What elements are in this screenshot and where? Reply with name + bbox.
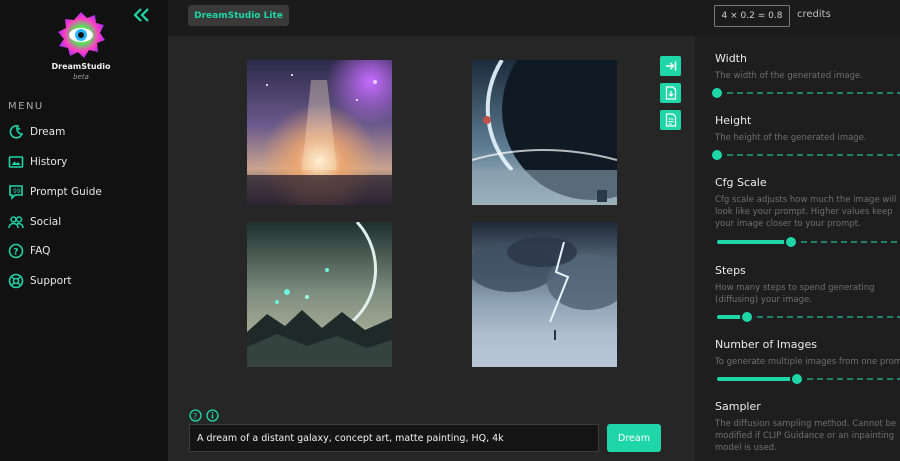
dream-icon [9,125,24,139]
svg-text:?: ? [193,412,197,421]
sidebar-item-prompt-guide[interactable]: 99 Prompt Guide [8,182,102,202]
generated-image[interactable] [472,222,617,367]
file-button[interactable] [660,110,681,130]
cfg-scale-description: Cfg scale adjusts how much the image wil… [715,195,897,229]
storm-clouds-image [472,222,617,367]
help-icon[interactable]: ? [189,409,202,422]
support-icon [8,273,24,289]
credits-cost: 4 × 0.2 = 0.8 [714,5,790,27]
height-slider[interactable] [710,148,900,162]
svg-text:?: ? [13,248,18,258]
prompt-input[interactable] [189,424,599,452]
dream-button[interactable]: Dream [607,424,661,452]
slider-thumb[interactable] [740,310,754,324]
cfg-scale-title: Cfg Scale [715,176,767,189]
history-icon [8,156,24,168]
number-of-images-description: To generate multiple images from one pro… [715,357,900,367]
height-description: The height of the generated image. [715,133,867,143]
faq-icon: ? [8,243,24,259]
steps-title: Steps [715,264,746,277]
number-of-images-slider[interactable] [717,372,900,386]
file-icon [665,113,676,127]
sampler-description: The diffusion sampling method. Cannot be… [715,419,897,453]
planet-horizon-image [472,60,617,205]
slider-thumb[interactable] [710,148,724,162]
menu-heading: MENU [8,101,44,112]
sidebar-item-support[interactable]: Support [8,271,72,291]
generated-image[interactable] [472,60,617,205]
sidebar: DreamStudio beta MENU Dream History 99 P… [0,0,168,461]
prompt-guide-icon: 99 [9,185,23,200]
arrow-to-right-icon [665,61,676,71]
sidebar-item-label: Social [30,216,62,228]
sidebar-item-label: Prompt Guide [30,186,102,198]
dreamstudio-logo [56,10,106,60]
sidebar-item-label: FAQ [30,245,51,257]
credits-label: credits [797,9,831,20]
slider-thumb[interactable] [790,372,804,386]
sidebar-item-label: Dream [30,126,66,138]
cfg-scale-slider[interactable] [717,235,900,249]
steps-slider[interactable] [717,310,900,324]
sidebar-item-dream[interactable]: Dream [8,122,65,142]
width-slider[interactable] [710,86,900,100]
slider-thumb[interactable] [784,235,798,249]
nebula-image [247,60,392,205]
open-panel-button[interactable] [660,56,681,76]
number-of-images-title: Number of Images [715,338,817,351]
brand-sub: beta [73,73,89,81]
width-title: Width [715,52,747,65]
collapse-sidebar-button[interactable] [132,6,152,24]
double-chevron-left-icon [133,8,149,22]
version-badge[interactable]: DreamStudio Lite [188,5,289,26]
mountains-planet-image [247,222,392,367]
generated-image[interactable] [247,60,392,205]
settings-panel: Width The width of the generated image. … [695,36,900,461]
generated-image[interactable] [247,222,392,367]
info-icon[interactable] [206,409,219,422]
svg-text:99: 99 [13,188,21,195]
steps-description: How many steps to spend generating (diff… [715,283,875,305]
sampler-title: Sampler [715,400,761,413]
social-icon [8,216,24,229]
brand-name: DreamStudio [51,62,111,71]
sidebar-item-label: History [30,156,68,168]
sidebar-item-label: Support [30,275,72,287]
sidebar-item-history[interactable]: History [8,152,67,172]
slider-thumb[interactable] [710,86,724,100]
download-button[interactable] [660,83,681,103]
file-download-icon [665,86,676,100]
sidebar-item-social[interactable]: Social [8,212,61,232]
width-description: The width of the generated image. [715,71,863,81]
sidebar-item-faq[interactable]: ? FAQ [8,241,50,261]
prompt-help-icons: ? [189,409,219,422]
height-title: Height [715,114,752,127]
